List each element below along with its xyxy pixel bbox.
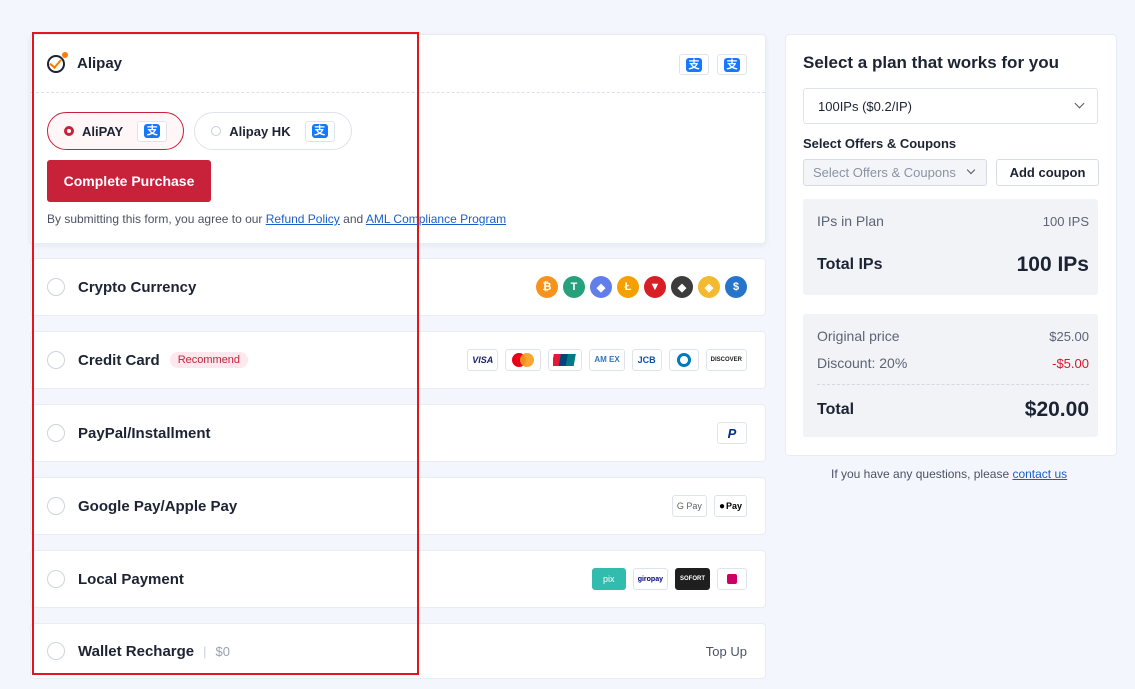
payment-row-crypto[interactable]: Crypto Currency ₿ T ◆ Ł ▼ ◆ ◈ $ xyxy=(30,258,766,316)
chevron-down-icon xyxy=(966,165,976,175)
row-label: Credit Card xyxy=(78,351,160,369)
complete-purchase-button[interactable]: Complete Purchase xyxy=(47,160,211,202)
top-up-link[interactable]: Top Up xyxy=(706,644,747,659)
bitcoin-icon: ₿ xyxy=(536,276,558,298)
original-price-value: $25.00 xyxy=(1049,328,1089,344)
contact-us-link[interactable]: contact us xyxy=(1012,467,1067,481)
radio-icon[interactable] xyxy=(47,278,65,296)
row-label: Google Pay/Apple Pay xyxy=(78,497,238,515)
option-label: AliPAY xyxy=(82,123,124,139)
pix-icon: pix xyxy=(591,568,626,590)
tron-icon: ▼ xyxy=(644,276,666,298)
radio-icon[interactable] xyxy=(47,351,65,369)
payment-row-wallet[interactable]: Wallet Recharge | $0 Top Up xyxy=(30,623,766,679)
radio-icon[interactable] xyxy=(47,424,65,442)
total-label: Total xyxy=(817,401,855,418)
selected-check-icon xyxy=(47,51,68,73)
total-ips-value: 100 IPs xyxy=(1016,253,1089,276)
giropay-icon: giropay xyxy=(632,568,668,590)
option-alipay-hk[interactable]: Alipay HK 支 xyxy=(194,112,352,150)
unionpay-icon xyxy=(548,349,583,371)
price-summary: Original price $25.00 Discount: 20% -$5.… xyxy=(803,314,1098,437)
radio-icon xyxy=(64,126,74,136)
refund-policy-link[interactable]: Refund Policy xyxy=(266,212,340,226)
google-pay-icon: G Pay xyxy=(671,495,707,517)
recommend-badge: Recommend xyxy=(169,352,249,368)
original-price-label: Original price xyxy=(817,328,900,344)
contact-text: If you have any questions, please contac… xyxy=(831,467,1068,481)
apple-pay-icon: ● Pay xyxy=(713,495,747,517)
radio-icon[interactable] xyxy=(47,642,65,660)
radio-icon[interactable] xyxy=(47,497,65,515)
paypal-icon: P xyxy=(717,422,747,444)
alipay-icon: 支 xyxy=(137,120,168,142)
plan-select[interactable]: 100IPs ($0.2/IP) xyxy=(803,88,1098,124)
terms-text: By submitting this form, you agree to ou… xyxy=(47,212,507,226)
option-alipay[interactable]: AliPAY 支 xyxy=(47,112,185,150)
payment-row-google-apple-pay[interactable]: Google Pay/Apple Pay G Pay ● Pay xyxy=(30,477,766,535)
row-label: Local Payment xyxy=(78,570,184,588)
jcb-icon: JCB xyxy=(631,349,662,371)
usdc-icon: $ xyxy=(725,276,747,298)
alipay-hk-icon: 支 xyxy=(304,120,335,142)
divider: | xyxy=(203,643,207,659)
aml-compliance-link[interactable]: AML Compliance Program xyxy=(366,212,506,226)
discount-value: -$5.00 xyxy=(1052,355,1089,371)
ethereum-classic-icon: ◆ xyxy=(671,276,693,298)
diners-icon xyxy=(668,349,699,371)
radio-icon[interactable] xyxy=(47,570,65,588)
ips-in-plan-label: IPs in Plan xyxy=(817,213,884,229)
option-label: Alipay HK xyxy=(229,123,291,139)
alipay-header[interactable]: Alipay 支 支 xyxy=(31,35,765,93)
plan-title: Select a plan that works for you xyxy=(803,53,1060,72)
row-label: PayPal/Installment xyxy=(78,424,211,442)
total-ips-label: Total IPs xyxy=(817,256,883,273)
plan-card: Select a plan that works for you 100IPs … xyxy=(785,34,1117,456)
litecoin-icon: Ł xyxy=(617,276,639,298)
total-value: $20.00 xyxy=(1024,398,1089,421)
binance-icon: ◈ xyxy=(698,276,720,298)
chevron-down-icon xyxy=(1074,98,1085,109)
payment-row-local[interactable]: Local Payment pix giropay SOFORT xyxy=(30,550,766,608)
sofort-icon: SOFORT xyxy=(675,568,710,590)
visa-icon: VISA xyxy=(467,349,499,371)
wallet-balance: $0 xyxy=(215,643,231,659)
ips-in-plan-value: 100 IPS xyxy=(1042,213,1089,229)
row-label: Wallet Recharge xyxy=(78,642,195,660)
add-coupon-button[interactable]: Add coupon xyxy=(996,159,1099,186)
radio-icon xyxy=(211,126,222,136)
offers-select[interactable]: Select Offers & Coupons xyxy=(803,159,987,186)
amex-icon: AM EX xyxy=(589,349,625,371)
alipay-icon: 支 xyxy=(679,54,709,75)
discover-icon: DISCOVER xyxy=(705,349,747,371)
payment-row-paypal[interactable]: PayPal/Installment P xyxy=(30,404,766,462)
alipay-payment-card: Alipay 支 支 AliPAY 支 Alipay HK 支 Complete… xyxy=(30,34,766,244)
mastercard-icon xyxy=(505,349,542,371)
alipay-hk-icon: 支 xyxy=(717,54,747,75)
discount-label: Discount: 20% xyxy=(817,355,908,371)
ideal-icon xyxy=(717,568,747,590)
tether-icon: T xyxy=(563,276,585,298)
payment-row-credit-card[interactable]: Credit Card Recommend VISA AM EX JCB DIS… xyxy=(30,331,766,389)
row-label: Crypto Currency xyxy=(78,278,197,296)
ethereum-icon: ◆ xyxy=(590,276,612,298)
offers-label: Select Offers & Coupons xyxy=(803,136,957,151)
ips-summary: IPs in Plan 100 IPS Total IPs 100 IPs xyxy=(803,199,1098,295)
alipay-title: Alipay xyxy=(77,55,123,72)
